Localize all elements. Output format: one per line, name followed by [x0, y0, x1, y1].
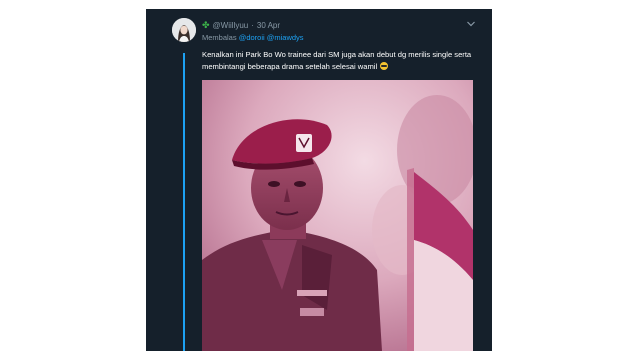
photo-image: [202, 80, 473, 351]
tweet-card[interactable]: ✤ @Wiillyuu · 30 Apr Membalas @doroii @m…: [146, 9, 492, 351]
chevron-down-icon[interactable]: [466, 20, 476, 28]
separator: ·: [251, 20, 254, 30]
reply-prefix: Membalas: [202, 33, 237, 42]
clover-icon: ✤: [202, 19, 210, 30]
mention-link[interactable]: @doroii: [239, 33, 265, 42]
thread-line: [183, 53, 185, 351]
tweet-photo[interactable]: [202, 80, 473, 351]
tweet-body: Kenalkan ini Park Bo Wo trainee dari SM …: [202, 50, 472, 71]
tweet-header: ✤ @Wiillyuu · 30 Apr: [202, 18, 280, 32]
sunglasses-emoji-icon: [380, 62, 389, 70]
mention-link[interactable]: @miawdys: [267, 33, 304, 42]
tweet-date[interactable]: 30 Apr: [257, 21, 280, 30]
avatar[interactable]: [172, 18, 196, 42]
user-handle[interactable]: @Wiillyuu: [213, 21, 249, 30]
reply-context: Membalas @doroii @miawdys: [202, 33, 304, 42]
tweet-text: Kenalkan ini Park Bo Wo trainee dari SM …: [202, 49, 486, 73]
